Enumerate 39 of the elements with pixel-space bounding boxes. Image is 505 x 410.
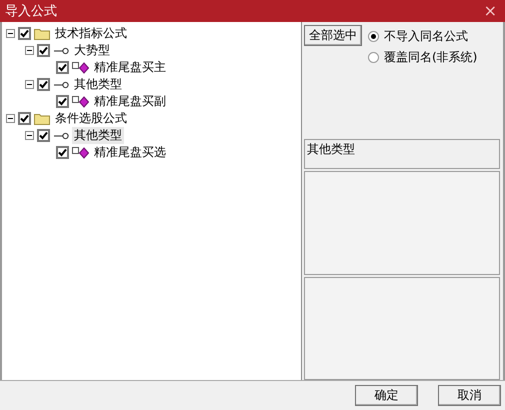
dialog-button[interactable]: 确定 bbox=[355, 385, 418, 406]
collapse-toggle[interactable] bbox=[25, 46, 34, 55]
collapse-toggle[interactable] bbox=[25, 80, 34, 89]
collapse-toggle[interactable] bbox=[25, 131, 34, 140]
tree-item[interactable]: 其他类型 bbox=[72, 76, 124, 93]
option-label[interactable]: 不导入同名公式 bbox=[384, 28, 468, 45]
key-icon bbox=[53, 80, 69, 88]
key-icon bbox=[53, 132, 69, 140]
checkbox[interactable] bbox=[56, 61, 69, 74]
checkbox[interactable] bbox=[56, 146, 69, 159]
tree-item[interactable]: 精准尾盘买副 bbox=[92, 93, 168, 110]
select-all-button[interactable]: 全部选中 bbox=[304, 25, 362, 46]
checkbox[interactable] bbox=[37, 78, 50, 91]
close-button[interactable]: × bbox=[480, 1, 501, 21]
formula-icon bbox=[72, 146, 89, 159]
collapse-toggle[interactable] bbox=[6, 114, 15, 123]
checkbox[interactable] bbox=[18, 27, 31, 40]
tree-item[interactable]: 大势型 bbox=[72, 42, 112, 59]
formula-icon bbox=[72, 61, 89, 74]
tree-item[interactable]: 技术指标公式 bbox=[53, 25, 129, 42]
formula-icon bbox=[72, 95, 89, 108]
checkbox[interactable] bbox=[37, 44, 50, 57]
window-title: 导入公式 bbox=[5, 3, 57, 20]
folder-icon bbox=[34, 112, 50, 125]
checkbox[interactable] bbox=[18, 112, 31, 125]
option-label[interactable]: 覆盖同名(非系统) bbox=[384, 49, 478, 66]
checkbox[interactable] bbox=[37, 129, 50, 142]
key-icon bbox=[53, 46, 69, 54]
radio-button[interactable] bbox=[368, 52, 379, 63]
category-field[interactable]: 其他类型 bbox=[304, 139, 500, 169]
checkbox[interactable] bbox=[56, 95, 69, 108]
tree-item[interactable]: 条件选股公式 bbox=[53, 110, 129, 127]
tree-item[interactable]: 其他类型 bbox=[72, 127, 124, 144]
dialog-button[interactable]: 取消 bbox=[438, 385, 501, 406]
radio-button[interactable] bbox=[368, 31, 379, 42]
tree-item[interactable]: 精准尾盘买主 bbox=[92, 59, 168, 76]
folder-icon bbox=[34, 27, 50, 40]
collapse-toggle[interactable] bbox=[6, 29, 15, 38]
tree-item[interactable]: 精准尾盘买选 bbox=[92, 144, 168, 161]
